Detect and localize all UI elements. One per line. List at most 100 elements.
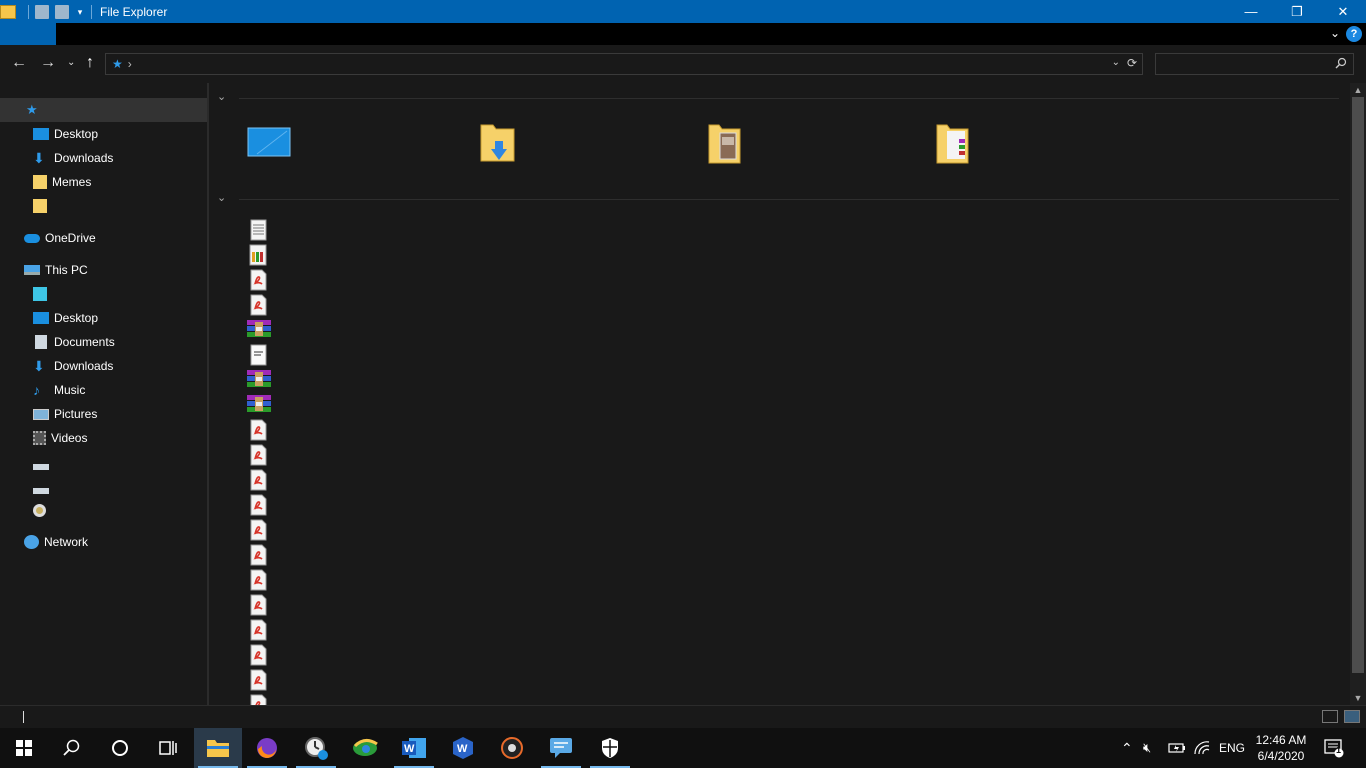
sidebar-item-downloads[interactable]: ⬇ Downloads: [0, 146, 207, 170]
forward-button[interactable]: →: [40, 54, 56, 72]
videos-icon: [33, 431, 46, 445]
address-bar[interactable]: ★ › ⌄ ⟳: [105, 53, 1143, 75]
sidebar-item-memes[interactable]: Memes: [0, 170, 207, 194]
firefox-icon: [257, 738, 277, 758]
file-explorer-app-icon[interactable]: [0, 4, 16, 19]
sidebar-item-videos[interactable]: Videos: [0, 426, 207, 450]
help-button[interactable]: ?: [1346, 26, 1362, 42]
recent-file-item[interactable]: [247, 694, 267, 705]
search-button[interactable]: [48, 728, 96, 768]
search-icon: [1335, 57, 1347, 69]
large-icons-view-icon[interactable]: [1344, 710, 1360, 723]
scrollbar-thumb[interactable]: [1352, 97, 1364, 673]
vertical-scrollbar[interactable]: ▲ ▼: [1350, 83, 1366, 705]
taskbar-download-manager[interactable]: [341, 728, 389, 768]
sidebar-item-desktop[interactable]: Desktop: [0, 122, 207, 146]
taskbar-media-player[interactable]: [488, 728, 536, 768]
sidebar-item-local-disk[interactable]: [0, 452, 207, 476]
recent-file-item[interactable]: [247, 369, 271, 389]
volume-muted-icon: 🔇︎: [1143, 740, 1152, 755]
wifi-button[interactable]: [1194, 728, 1210, 768]
taskbar-feedback[interactable]: [537, 728, 585, 768]
sidebar-item-network[interactable]: Network: [0, 530, 207, 554]
group-collapse-chevron-icon[interactable]: ⌄: [217, 191, 226, 204]
scroll-up-arrow-icon[interactable]: ▲: [1350, 85, 1366, 95]
recent-file-item[interactable]: [247, 544, 267, 566]
recent-file-item[interactable]: [247, 269, 267, 291]
sidebar-item-drive[interactable]: [0, 476, 207, 500]
recent-file-item[interactable]: [247, 594, 267, 616]
taskbar-word[interactable]: W: [390, 728, 438, 768]
sidebar-item-folder[interactable]: [0, 194, 207, 218]
battery-button[interactable]: [1168, 728, 1186, 768]
drive-icon: [33, 464, 49, 470]
taskbar-wps[interactable]: W: [439, 728, 487, 768]
recent-file-item[interactable]: [247, 469, 267, 491]
search-input[interactable]: [1155, 53, 1354, 75]
breadcrumb-separator[interactable]: ›: [128, 57, 132, 71]
file-list-pane: ⌄ ⌄: [209, 83, 1350, 705]
taskbar-firefox[interactable]: [243, 728, 291, 768]
close-button[interactable]: ✕: [1320, 0, 1366, 23]
recent-locations-chevron-icon[interactable]: ⌄: [67, 54, 75, 72]
taskbar-file-explorer[interactable]: [194, 728, 242, 768]
sidebar-item-label: Memes: [52, 175, 92, 189]
recent-file-item[interactable]: [247, 394, 271, 414]
sidebar-item-onedrive[interactable]: OneDrive: [0, 226, 207, 250]
expand-ribbon-chevron-icon[interactable]: ⌄: [1330, 26, 1340, 40]
group-collapse-chevron-icon[interactable]: ⌄: [217, 90, 226, 103]
clock-button[interactable]: 12:46 AM 6/4/2020: [1252, 732, 1310, 764]
customize-toolbar-chevron-icon[interactable]: ▾: [75, 7, 85, 17]
frequent-folder-downloads[interactable]: [479, 123, 523, 167]
frequent-folder-desktop[interactable]: [247, 123, 291, 167]
scroll-down-arrow-icon[interactable]: ▼: [1350, 693, 1366, 703]
sidebar-item-pc-downloads[interactable]: ⬇ Downloads: [0, 354, 207, 378]
recent-file-item[interactable]: [247, 644, 267, 666]
taskbar-windows-security[interactable]: [586, 728, 634, 768]
sidebar-item-documents[interactable]: Documents: [0, 330, 207, 354]
input-language-button[interactable]: ENG: [1219, 728, 1245, 768]
sidebar-item-music[interactable]: ♪ Music: [0, 378, 207, 402]
recent-file-item[interactable]: [247, 419, 267, 441]
recent-file-item[interactable]: [247, 294, 267, 316]
taskbar: W W ⌃ 🔇︎ ENG 12:46 AM 6/4/2020 1: [0, 728, 1366, 768]
recent-file-item[interactable]: [247, 444, 267, 466]
up-button[interactable]: ↑: [86, 54, 94, 72]
cortana-button[interactable]: [96, 728, 144, 768]
new-folder-icon[interactable]: [55, 4, 69, 19]
recent-file-item[interactable]: [247, 244, 267, 266]
recent-file-item[interactable]: [247, 619, 267, 641]
properties-icon[interactable]: [35, 4, 49, 19]
recent-file-item[interactable]: [247, 219, 267, 241]
sidebar-item-quick-access[interactable]: ★: [0, 98, 207, 122]
action-center-button[interactable]: 1: [1324, 728, 1344, 768]
chevron-up-icon: ⌃: [1121, 739, 1133, 756]
sidebar-item-pictures[interactable]: Pictures: [0, 402, 207, 426]
address-dropdown-icon[interactable]: ⌄: [1112, 57, 1120, 68]
maximize-button[interactable]: ❐: [1274, 0, 1320, 23]
recent-file-item[interactable]: [247, 519, 267, 541]
pdf-file-icon: [250, 694, 267, 705]
volume-button[interactable]: 🔇︎: [1143, 728, 1151, 768]
back-button[interactable]: ←: [11, 54, 27, 72]
show-hidden-icons-button[interactable]: ⌃: [1121, 728, 1133, 768]
start-button[interactable]: [0, 728, 48, 768]
frequent-folder-item[interactable]: [935, 123, 979, 167]
task-view-button[interactable]: [144, 728, 192, 768]
file-tab[interactable]: [0, 23, 56, 45]
recent-file-item[interactable]: [247, 494, 267, 516]
sidebar-item-dvd-drive[interactable]: [0, 498, 207, 522]
frequent-folder-memes[interactable]: [707, 123, 751, 167]
taskbar-clock-app[interactable]: [292, 728, 340, 768]
recent-file-item[interactable]: [247, 344, 267, 366]
refresh-icon[interactable]: ⟳: [1127, 56, 1137, 70]
minimize-button[interactable]: —: [1228, 0, 1274, 23]
sidebar-item-this-pc[interactable]: This PC: [0, 258, 207, 282]
sidebar-item-pc-desktop[interactable]: Desktop: [0, 306, 207, 330]
recent-file-item[interactable]: [247, 319, 271, 339]
recent-file-item[interactable]: [247, 569, 267, 591]
recent-file-item[interactable]: [247, 669, 267, 691]
details-view-icon[interactable]: [1322, 710, 1338, 723]
sidebar-item-3d-objects[interactable]: [0, 282, 207, 306]
pdf-file-icon: [250, 544, 267, 566]
